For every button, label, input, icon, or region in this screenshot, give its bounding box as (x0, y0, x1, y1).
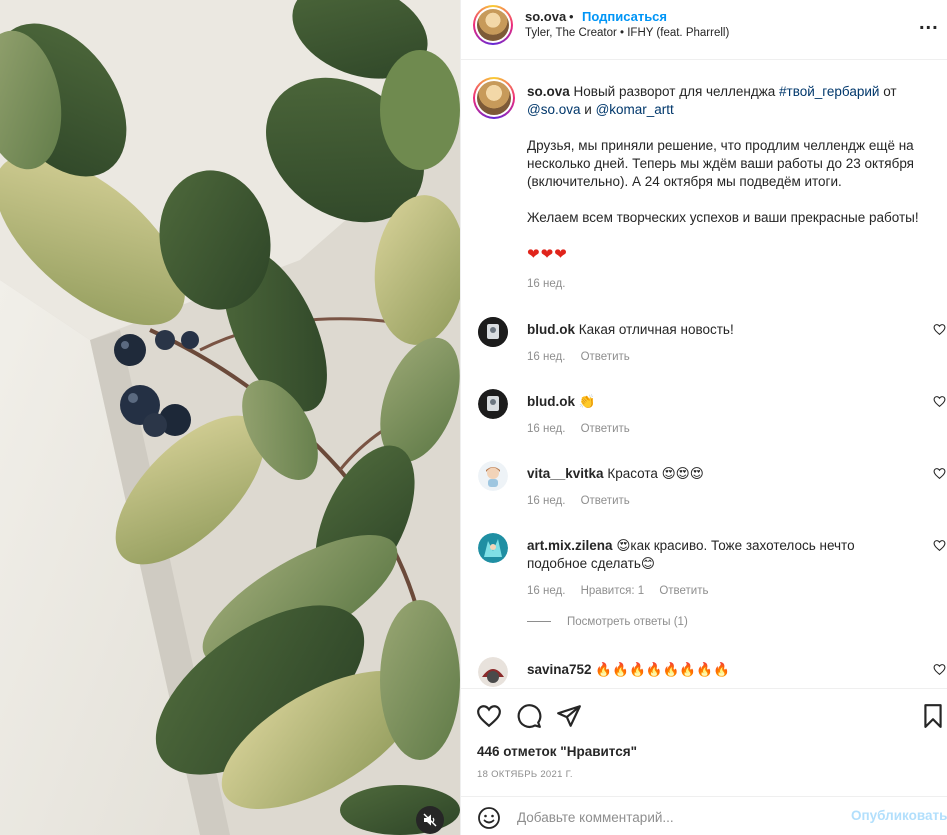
view-replies-label: Посмотреть ответы (1) (567, 616, 688, 628)
reply-button[interactable]: Ответить (659, 585, 708, 597)
mention-link[interactable]: @so.ova (527, 102, 580, 117)
more-options-button[interactable]: ... (919, 12, 939, 35)
follow-button[interactable]: Подписаться (582, 9, 667, 24)
comment-text: art.mix.zilena 😍как красиво. Тоже захоте… (527, 537, 907, 573)
comment-body: Какая отличная новость! (578, 322, 734, 337)
comments-scroll-area[interactable]: so.ova Новый разворот для челленджа #тво… (461, 61, 947, 687)
commenter-avatar[interactable] (478, 389, 508, 419)
post-media[interactable] (0, 0, 460, 835)
comment-like-heart-icon[interactable] (933, 395, 946, 408)
mention-link[interactable]: @komar_artt (596, 102, 674, 117)
author-avatar[interactable] (473, 5, 513, 45)
comment-username[interactable]: art.mix.zilena (527, 538, 613, 553)
comment-body: 🔥🔥🔥🔥🔥🔥🔥🔥 (595, 662, 730, 677)
hashtag-link[interactable]: #твой_гербарий (779, 84, 879, 99)
mute-button[interactable] (416, 806, 444, 834)
comment-like-heart-icon[interactable] (933, 467, 946, 480)
comment-time[interactable]: 16 нед. (527, 423, 565, 435)
caption-word: и (584, 102, 592, 117)
comment-like-heart-icon[interactable] (933, 663, 946, 676)
smiley-icon[interactable] (477, 806, 501, 830)
caption-line: Новый разворот для челленджа (573, 84, 776, 99)
comment-username[interactable]: blud.ok (527, 322, 575, 337)
caption-username[interactable]: so.ova (527, 84, 570, 99)
caption-timestamp[interactable]: 16 нед. (527, 278, 565, 290)
post-date[interactable]: 18 ОКТЯБРЬ 2021 Г. (477, 769, 573, 780)
comment-time[interactable]: 16 нед. (527, 495, 565, 507)
comment-like-heart-icon[interactable] (933, 323, 946, 336)
commenter-avatar[interactable] (478, 461, 508, 491)
comment-body: Красота 😍😍😍 (607, 466, 704, 481)
comment-item: vita__kvitka Красота 😍😍😍 16 нед. Ответит… (461, 461, 947, 525)
post-actions: 446 отметок "Нравится" 18 ОКТЯБРЬ 2021 Г… (461, 688, 947, 835)
caption-text: so.ova Новый разворот для челленджа #тво… (527, 83, 937, 119)
caption-word: от (883, 84, 897, 99)
comment-likes-count[interactable]: Нравится: 1 (581, 585, 645, 597)
comment-meta: 16 нед. Ответить (527, 351, 642, 363)
add-comment-bar: Опубликовать (461, 796, 947, 835)
speaker-muted-icon (423, 813, 437, 827)
comment-item: blud.ok 👏 16 нед. Ответить (461, 389, 947, 453)
publish-button[interactable]: Опубликовать (851, 808, 947, 823)
comment-username[interactable]: vita__kvitka (527, 466, 604, 481)
audio-track[interactable]: Tyler, The Creator • IFHY (feat. Pharrel… (525, 27, 729, 39)
reply-button[interactable]: Ответить (581, 351, 630, 363)
heart-outline-icon[interactable] (476, 703, 502, 729)
bookmark-icon[interactable] (920, 703, 946, 729)
herbarium-photo (0, 0, 460, 835)
comment-meta: 16 нед. Ответить (527, 495, 642, 507)
comment-meta: 16 нед. Нравится: 1 Ответить (527, 585, 720, 597)
post-header: so.ova • Подписаться Tyler, The Creator … (461, 0, 947, 60)
comment-text: vita__kvitka Красота 😍😍😍 (527, 465, 907, 483)
view-replies-button[interactable]: Посмотреть ответы (1) (527, 616, 688, 628)
reply-button[interactable]: Ответить (581, 495, 630, 507)
paper-plane-icon[interactable] (556, 703, 582, 729)
caption-paragraph: Желаем всем творческих успехов и ваши пр… (527, 210, 919, 225)
comment-username[interactable]: blud.ok (527, 394, 575, 409)
separator-dot: • (569, 9, 574, 24)
reply-button[interactable]: Ответить (581, 423, 630, 435)
caption-author-avatar[interactable] (473, 77, 515, 119)
commenter-avatar[interactable] (478, 533, 508, 563)
comment-bubble-icon[interactable] (516, 703, 542, 729)
comment-like-heart-icon[interactable] (933, 539, 946, 552)
hearts-emoji: ❤❤❤ (527, 246, 568, 263)
post-details-panel: so.ova • Подписаться Tyler, The Creator … (460, 0, 947, 835)
likes-count[interactable]: 446 отметок "Нравится" (477, 744, 637, 759)
comment-item: blud.ok Какая отличная новость! 16 нед. … (461, 317, 947, 381)
commenter-avatar[interactable] (478, 317, 508, 347)
comment-body: 👏 (578, 394, 596, 409)
author-username[interactable]: so.ova (525, 9, 566, 24)
comment-time[interactable]: 16 нед. (527, 351, 565, 363)
commenter-avatar[interactable] (478, 657, 508, 687)
replies-divider (527, 621, 551, 623)
comment-username[interactable]: savina752 (527, 662, 592, 677)
comment-item: savina752 🔥🔥🔥🔥🔥🔥🔥🔥 (461, 657, 947, 687)
comment-meta: 16 нед. Ответить (527, 423, 642, 435)
caption-paragraph: Друзья, мы приняли решение, что продлим … (527, 138, 914, 189)
comment-text: blud.ok 👏 (527, 393, 907, 411)
comment-text: savina752 🔥🔥🔥🔥🔥🔥🔥🔥 (527, 661, 907, 679)
comment-time[interactable]: 16 нед. (527, 585, 565, 597)
comment-text: blud.ok Какая отличная новость! (527, 321, 907, 339)
comment-item: art.mix.zilena 😍как красиво. Тоже захоте… (461, 533, 947, 623)
comment-input[interactable] (517, 806, 837, 828)
